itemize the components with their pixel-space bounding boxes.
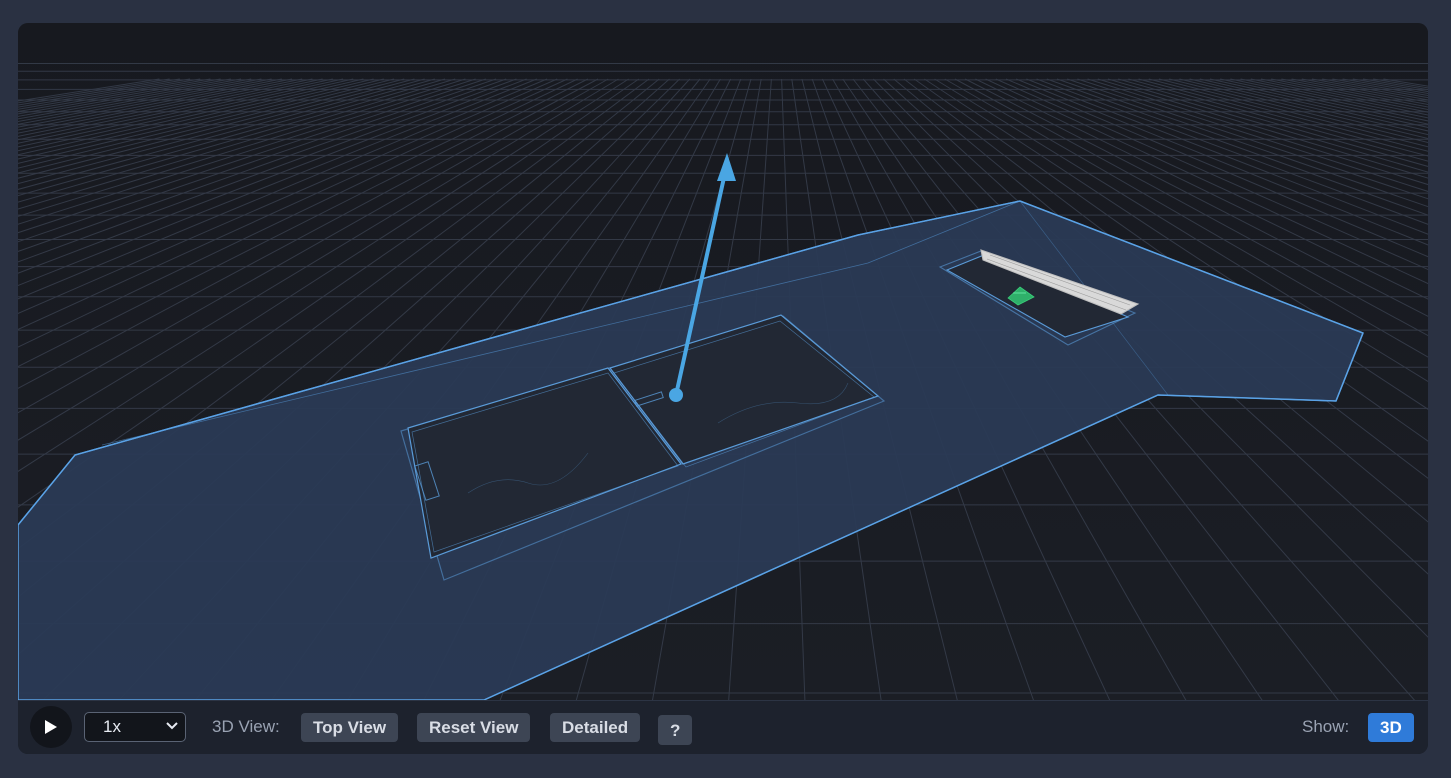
playback-toolbar: 1x 3D View: Top View Reset View Detailed… bbox=[18, 700, 1428, 754]
chevron-down-icon bbox=[166, 722, 178, 730]
show-label: Show: bbox=[1302, 717, 1350, 736]
3d-viewport[interactable] bbox=[18, 23, 1428, 700]
show-3d-button[interactable]: 3D bbox=[1368, 713, 1414, 742]
3d-view-label: 3D View: bbox=[212, 717, 280, 736]
top-view-button[interactable]: Top View bbox=[301, 713, 399, 742]
help-button[interactable]: ? bbox=[658, 715, 693, 745]
detailed-button[interactable]: Detailed bbox=[550, 713, 641, 742]
speed-select[interactable]: 1x bbox=[84, 712, 186, 742]
scene-canvas bbox=[18, 62, 1428, 700]
play-icon bbox=[45, 720, 57, 734]
viewer-panel: 1x 3D View: Top View Reset View Detailed… bbox=[18, 23, 1428, 754]
speed-select-value: 1x bbox=[103, 717, 121, 736]
play-button[interactable] bbox=[30, 706, 72, 748]
reset-view-button[interactable]: Reset View bbox=[417, 713, 531, 742]
